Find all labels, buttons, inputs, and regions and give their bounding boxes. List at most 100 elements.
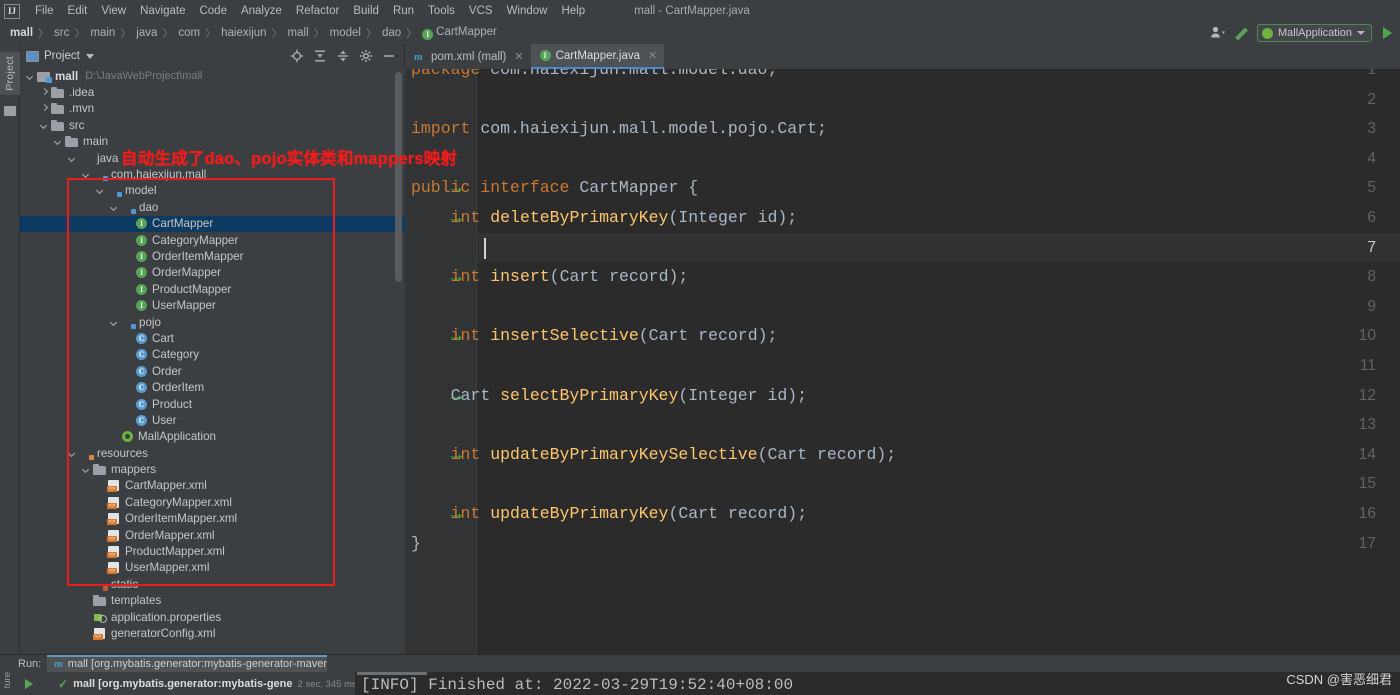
- tree-node--mvn[interactable]: .mvn: [20, 101, 405, 117]
- editor-tab-cartmapper-java[interactable]: I CartMapper.java ✕: [530, 44, 665, 69]
- menu-item-vcs[interactable]: VCS: [462, 3, 500, 19]
- tree-node-productmapper[interactable]: I ProductMapper: [20, 281, 405, 297]
- chevron-down-icon[interactable]: [40, 121, 49, 130]
- chevron-down-icon[interactable]: [26, 72, 35, 81]
- menu-item-view[interactable]: View: [94, 3, 133, 19]
- folder-icon: [51, 119, 65, 132]
- menu-item-code[interactable]: Code: [192, 3, 234, 19]
- chevron-right-icon[interactable]: [40, 88, 49, 97]
- breadcrumb-item-java[interactable]: java: [132, 27, 161, 39]
- breadcrumb-item-dao[interactable]: dao: [378, 27, 405, 39]
- chevron-down-icon[interactable]: [82, 465, 91, 474]
- collapse-all-icon[interactable]: [336, 49, 350, 63]
- interface-icon: I: [136, 300, 147, 312]
- run-console[interactable]: [INFO] Finished at: 2022-03-29T19:52:40+…: [355, 672, 1400, 695]
- tree-node--idea[interactable]: .idea: [20, 84, 405, 100]
- sidebar-tab-project[interactable]: Project: [0, 52, 20, 95]
- tree-node-category[interactable]: C Category: [20, 347, 405, 363]
- chevron-down-icon[interactable]: [85, 53, 94, 59]
- tree-node-productmapper-xml[interactable]: ProductMapper.xml: [20, 543, 405, 559]
- tree-node-usermapper[interactable]: I UserMapper: [20, 297, 405, 313]
- rerun-icon[interactable]: [18, 672, 40, 695]
- settings-gear-icon[interactable]: [359, 49, 373, 63]
- breadcrumb-item-mall[interactable]: mall: [284, 27, 313, 39]
- menu-item-navigate[interactable]: Navigate: [133, 3, 192, 19]
- icon-badge: [89, 454, 94, 460]
- chevron-down-icon[interactable]: [96, 186, 105, 195]
- class-icon: C: [136, 332, 147, 344]
- breadcrumb-item-cartmapper[interactable]: I CartMapper: [418, 26, 501, 40]
- tree-node-generatorconfig-xml[interactable]: generatorConfig.xml: [20, 625, 405, 641]
- close-icon[interactable]: ✕: [648, 49, 657, 62]
- editor-tab-pom-xml-mall-[interactable]: m pom.xml (mall) ✕: [405, 44, 531, 69]
- menu-item-file[interactable]: File: [28, 3, 61, 19]
- chevron-down-icon[interactable]: [82, 170, 91, 179]
- hide-panel-icon[interactable]: [382, 49, 396, 63]
- tree-node-model[interactable]: model: [20, 183, 405, 199]
- menu-item-refactor[interactable]: Refactor: [289, 3, 346, 19]
- tree-node-ordermapper-xml[interactable]: OrderMapper.xml: [20, 527, 405, 543]
- tree-node-user[interactable]: C User: [20, 412, 405, 428]
- breadcrumb-item-model[interactable]: model: [326, 27, 365, 39]
- expand-all-icon[interactable]: [313, 49, 327, 63]
- tree-node-mall[interactable]: mall D:\JavaWebProject\mall: [20, 68, 405, 84]
- tree-node-mallapplication[interactable]: MallApplication: [20, 429, 405, 445]
- tree-node-product[interactable]: C Product: [20, 396, 405, 412]
- line-number: 2: [1367, 90, 1376, 108]
- chevron-down-icon[interactable]: [68, 154, 77, 163]
- chevron-down-icon[interactable]: [54, 137, 63, 146]
- breadcrumb-item-mall[interactable]: mall: [6, 27, 37, 39]
- console-scrollbar[interactable]: [357, 672, 427, 675]
- breadcrumb-label: java: [136, 27, 158, 39]
- tree-node-dao[interactable]: dao: [20, 199, 405, 215]
- chevron-down-icon[interactable]: [110, 318, 119, 327]
- tree-node-mappers[interactable]: mappers: [20, 461, 405, 477]
- menu-item-window[interactable]: Window: [500, 3, 555, 19]
- breadcrumb-item-haiexijun[interactable]: haiexijun: [217, 27, 270, 39]
- tree-node-orderitem[interactable]: C OrderItem: [20, 379, 405, 395]
- tree-node-categorymapper-xml[interactable]: CategoryMapper.xml: [20, 494, 405, 510]
- breadcrumb-item-com[interactable]: com: [174, 27, 204, 39]
- chevron-down-icon[interactable]: [68, 449, 77, 458]
- tree-node-static[interactable]: static: [20, 576, 405, 592]
- tree-node-categorymapper[interactable]: I CategoryMapper: [20, 232, 405, 248]
- breadcrumb-item-src[interactable]: src: [50, 27, 73, 39]
- tree-node-resources[interactable]: resources: [20, 445, 405, 461]
- menu-item-build[interactable]: Build: [346, 3, 386, 19]
- run-configuration-selector[interactable]: MallApplication: [1257, 24, 1372, 42]
- menu-item-run[interactable]: Run: [386, 3, 421, 19]
- tree-node-src[interactable]: src: [20, 117, 405, 133]
- user-avatar-icon[interactable]: [1209, 24, 1227, 42]
- menu-item-tools[interactable]: Tools: [421, 3, 462, 19]
- hammer-build-icon[interactable]: [1233, 24, 1251, 42]
- chevron-down-icon: [1357, 31, 1365, 35]
- structure-icon[interactable]: [4, 106, 16, 116]
- run-tab[interactable]: m mall [org.mybatis.generator:mybatis-ge…: [47, 654, 328, 673]
- tree-node-cartmapper-xml[interactable]: CartMapper.xml: [20, 478, 405, 494]
- tree-node-label: Cart: [152, 331, 174, 345]
- tree-node-pojo[interactable]: pojo: [20, 314, 405, 330]
- menu-item-help[interactable]: Help: [554, 3, 592, 19]
- close-icon[interactable]: ✕: [514, 50, 523, 63]
- tree-node-order[interactable]: C Order: [20, 363, 405, 379]
- breadcrumb-item-main[interactable]: main: [86, 27, 119, 39]
- breadcrumb-separator: 〉: [406, 28, 418, 40]
- tree-node-orderitemmapper-xml[interactable]: OrderItemMapper.xml: [20, 511, 405, 527]
- chevron-down-icon[interactable]: [110, 203, 119, 212]
- tree-node-cartmapper[interactable]: I CartMapper: [20, 215, 405, 232]
- chevron-right-icon[interactable]: [40, 104, 49, 113]
- tree-node-usermapper-xml[interactable]: UserMapper.xml: [20, 560, 405, 576]
- tree-node-orderitemmapper[interactable]: I OrderItemMapper: [20, 248, 405, 264]
- code-editor[interactable]: 1 package com.haiexijun.mall.model.dao; 2 3…: [405, 69, 1400, 654]
- menu-item-analyze[interactable]: Analyze: [234, 3, 289, 19]
- tree-node-templates[interactable]: templates: [20, 593, 405, 609]
- run-play-icon[interactable]: [1378, 24, 1396, 42]
- run-label: Run:: [18, 657, 42, 670]
- tree-node-cart[interactable]: C Cart: [20, 330, 405, 346]
- locate-icon[interactable]: [290, 49, 304, 63]
- run-result-node[interactable]: ✓ mall [org.mybatis.generator:mybatis-ge…: [40, 672, 375, 695]
- project-scrollbar[interactable]: [395, 72, 402, 282]
- tree-node-ordermapper[interactable]: I OrderMapper: [20, 265, 405, 281]
- tree-node-application-properties[interactable]: application.properties: [20, 609, 405, 625]
- menu-item-edit[interactable]: Edit: [61, 3, 95, 19]
